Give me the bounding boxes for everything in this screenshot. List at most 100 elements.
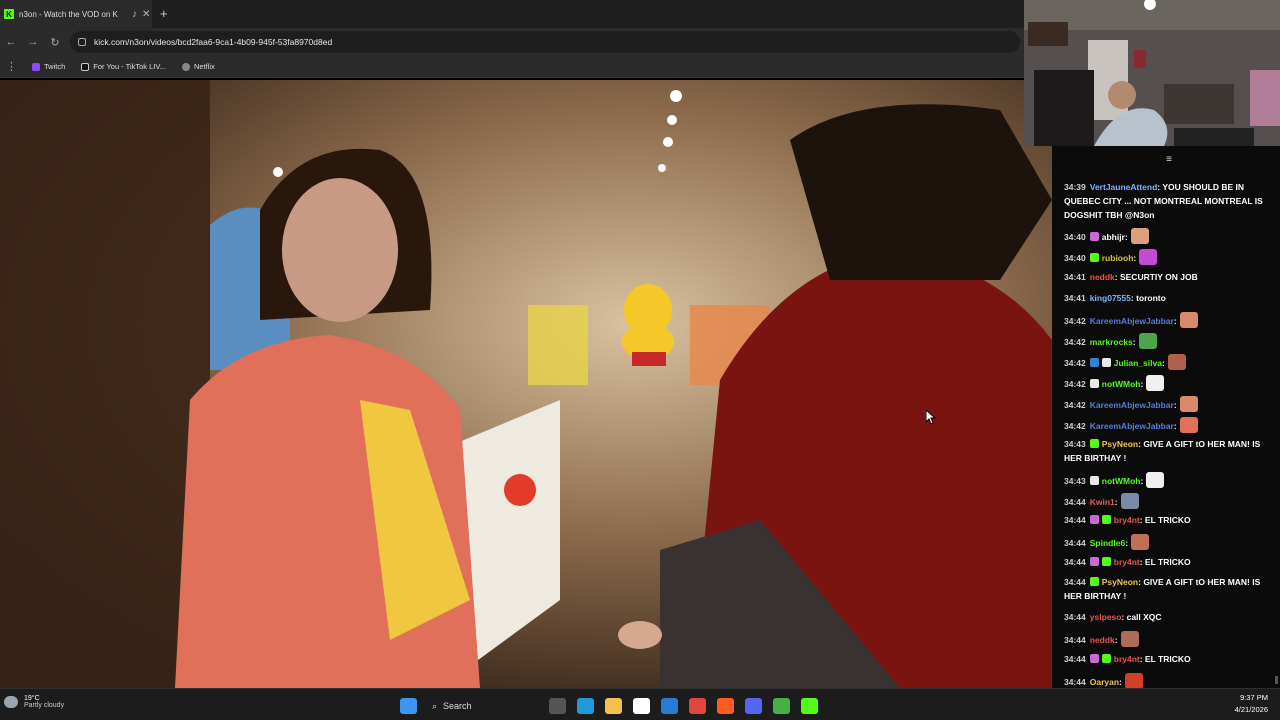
mail-icon[interactable]: [661, 698, 678, 714]
chat-text: :: [1173, 316, 1177, 326]
chat-message: 34:42 notWMoh:: [1064, 375, 1272, 391]
chat-text: :: [1119, 677, 1122, 687]
chat-timestamp: 34:39: [1064, 182, 1086, 192]
file-explorer-icon[interactable]: [605, 698, 622, 714]
chat-badge-icon: [1089, 654, 1099, 663]
chat-timestamp: 34:44: [1064, 538, 1086, 548]
chat-username[interactable]: Spindle6: [1090, 538, 1125, 548]
bookmark-netflix[interactable]: Netflix: [181, 62, 215, 71]
tab-close-icon[interactable]: ✕: [142, 9, 150, 20]
chat-username[interactable]: Oaryan: [1090, 677, 1119, 687]
chat-emote-icon: [1146, 375, 1165, 391]
chat-username[interactable]: VertJauneAttend: [1090, 182, 1158, 192]
tab-audio-icon[interactable]: ♪: [132, 9, 137, 20]
browser-tab-bar: K n3on - Watch the VOD on K ♪ ✕ +: [0, 0, 1024, 28]
chat-username[interactable]: bry4nt: [1114, 515, 1140, 525]
browser-tab[interactable]: K n3on - Watch the VOD on K ♪ ✕: [0, 0, 152, 28]
search-label: Search: [443, 701, 472, 711]
chat-timestamp: 34:44: [1064, 557, 1086, 567]
chat-message: 34:44 Spindle6:: [1064, 534, 1272, 550]
xbox-icon[interactable]: [773, 698, 790, 714]
chat-message: 34:44 neddk:: [1064, 631, 1272, 647]
chat-username[interactable]: Kwin1: [1090, 497, 1115, 507]
chat-username[interactable]: KareemAbjewJabbar: [1090, 400, 1174, 410]
edge-icon[interactable]: [577, 698, 594, 714]
chat-username[interactable]: notWMoh: [1102, 476, 1141, 486]
chat-message: 34:42 KareemAbjewJabbar:: [1064, 396, 1272, 412]
chat-username[interactable]: KareemAbjewJabbar: [1090, 316, 1174, 326]
chat-emote-icon: [1167, 354, 1186, 370]
chat-username[interactable]: bry4nt: [1114, 654, 1140, 664]
chat-filter-icon[interactable]: ≡: [1166, 154, 1172, 165]
chat-message: 34:44 bry4nt: EL TRICKO: [1064, 513, 1272, 527]
chat-text: : EL TRICKO: [1139, 654, 1191, 664]
chat-timestamp: 34:44: [1064, 577, 1086, 587]
chat-username[interactable]: notWMoh: [1102, 379, 1141, 389]
chat-message: 34:39 VertJauneAttend: YOU SHOULD BE IN Q…: [1064, 180, 1272, 222]
chat-timestamp: 34:44: [1064, 515, 1086, 525]
bookmark-label: Netflix: [193, 62, 215, 71]
chat-username[interactable]: neddk: [1090, 635, 1115, 645]
bookmark-twitch[interactable]: Twitch: [32, 62, 65, 71]
chat-emote-icon: [1138, 333, 1157, 349]
discord-icon[interactable]: [745, 698, 762, 714]
chat-emote-icon: [1120, 631, 1139, 647]
kick-icon[interactable]: [801, 698, 818, 714]
chat-username[interactable]: king07555: [1090, 293, 1131, 303]
chat-timestamp: 34:41: [1064, 272, 1086, 282]
chat-message: 34:42 markrocks:: [1064, 333, 1272, 349]
chat-username[interactable]: abhijr: [1102, 232, 1125, 242]
chat-text: :: [1133, 253, 1137, 263]
apps-grid-icon[interactable]: ⋮: [6, 60, 17, 73]
back-arrow-icon[interactable]: ←: [0, 36, 22, 48]
chat-text: :: [1161, 358, 1165, 368]
chat-text: :: [1124, 232, 1128, 242]
search-icon: ⌕: [432, 700, 438, 711]
chat-timestamp: 34:44: [1064, 677, 1086, 687]
chat-username[interactable]: Julian_silva: [1114, 358, 1162, 368]
chat-timestamp: 34:44: [1064, 654, 1086, 664]
chrome-icon[interactable]: [689, 698, 706, 714]
address-bar[interactable]: kick.com/n3on/videos/bcd2faa6-9ca1-4b09-…: [70, 31, 1020, 53]
chat-timestamp: 34:42: [1064, 358, 1086, 368]
chat-username[interactable]: neddk: [1090, 272, 1115, 282]
store-icon[interactable]: [633, 698, 650, 714]
chat-text: :: [1114, 497, 1118, 507]
chat-timestamp: 34:44: [1064, 635, 1086, 645]
task-view-icon[interactable]: [549, 698, 566, 714]
bookmark-tiktok[interactable]: For You - TikTok LIV...: [81, 62, 166, 71]
chat-username[interactable]: PsyNeon: [1102, 439, 1138, 449]
soundcloud-icon[interactable]: [717, 698, 734, 714]
video-player[interactable]: [0, 80, 1052, 688]
chat-emote-icon: [1179, 396, 1198, 412]
tiktok-icon: [81, 62, 90, 71]
chat-scrollbar[interactable]: [1275, 676, 1278, 684]
chat-username[interactable]: PsyNeon: [1102, 577, 1138, 587]
reload-icon[interactable]: ↻: [44, 36, 66, 49]
video-frame: [0, 80, 1052, 688]
chat-badge-icon: [1089, 557, 1099, 566]
windows-start-icon[interactable]: [400, 698, 417, 714]
chat-username[interactable]: bry4nt: [1114, 557, 1140, 567]
chat-username[interactable]: KareemAbjewJabbar: [1090, 421, 1174, 431]
system-clock[interactable]: 9:37 PM 4/21/2026: [1235, 692, 1268, 716]
weather-widget[interactable]: 19°C Partly cloudy: [4, 695, 64, 709]
chat-username[interactable]: markrocks: [1090, 337, 1133, 347]
chat-message: 34:43 notWMoh:: [1064, 472, 1272, 488]
forward-arrow-icon[interactable]: →: [22, 36, 44, 48]
chat-username[interactable]: rubiooh: [1102, 253, 1134, 263]
chat-badge-icon: [1101, 358, 1111, 367]
chat-text: :: [1140, 379, 1144, 389]
chat-username[interactable]: yslpeso: [1090, 612, 1122, 622]
partly-cloudy-icon: [4, 696, 18, 708]
site-info-icon[interactable]: [78, 38, 86, 46]
chat-emote-icon: [1139, 249, 1158, 265]
chat-emote-icon: [1179, 417, 1198, 433]
chat-message: 34:44 bry4nt: EL TRICKO: [1064, 652, 1272, 666]
chat-badge-icon: [1101, 654, 1111, 663]
url-text: kick.com/n3on/videos/bcd2faa6-9ca1-4b09-…: [94, 37, 333, 47]
clock-time: 9:37 PM: [1240, 693, 1268, 702]
new-tab-icon[interactable]: +: [160, 6, 168, 21]
taskbar-search[interactable]: ⌕ Search: [428, 697, 538, 715]
chat-timestamp: 34:42: [1064, 337, 1086, 347]
